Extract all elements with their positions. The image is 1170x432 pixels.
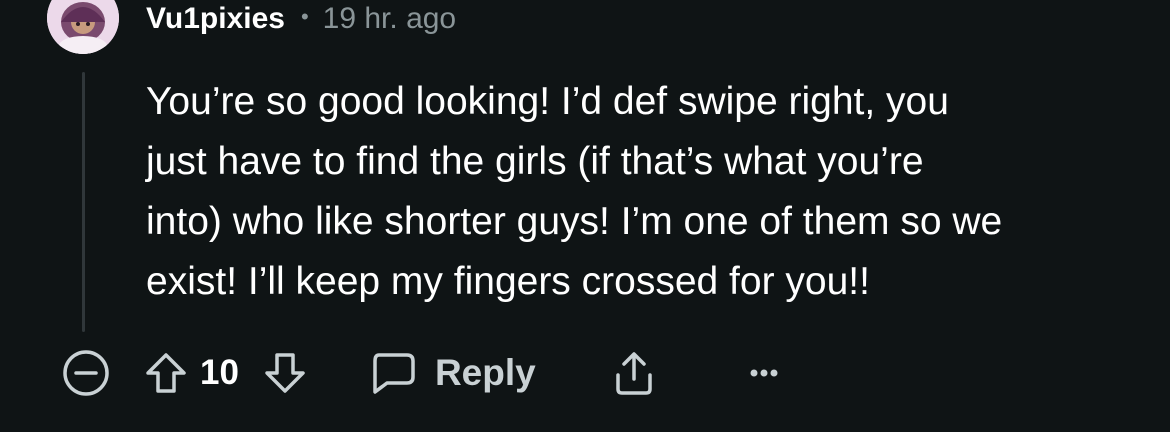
vote-count: 10 <box>200 353 239 392</box>
arrow-down-icon <box>265 353 305 393</box>
avatar-image <box>47 0 119 54</box>
ellipsis-icon <box>750 369 778 377</box>
share-icon <box>615 352 652 395</box>
comment-body-line: exist! I’ll keep my fingers crossed for … <box>146 260 870 303</box>
thread-line[interactable] <box>82 72 85 332</box>
comment-body-line: You’re so good looking! I’d def swipe ri… <box>146 80 949 123</box>
reply-label: Reply <box>434 352 536 393</box>
comment-body: You’re so good looking! I’d def swipe ri… <box>146 72 1136 312</box>
separator-dot: • <box>300 4 309 29</box>
comment-header: Vu1pixies • 19 hr. ago <box>146 0 456 38</box>
comment-body-line: just have to find the girls (if that’s w… <box>146 140 924 183</box>
minus-circle-icon <box>63 350 109 396</box>
user-avatar[interactable] <box>47 0 119 54</box>
downvote-button[interactable] <box>263 351 307 395</box>
timestamp: 19 hr. ago <box>322 2 457 35</box>
username[interactable]: Vu1pixies <box>146 2 285 36</box>
comment-actions: 10 Reply <box>60 345 786 401</box>
upvote-button[interactable] <box>144 351 188 395</box>
chat-bubble-icon <box>369 351 417 395</box>
more-options-button[interactable] <box>742 363 786 383</box>
share-button[interactable] <box>610 349 658 397</box>
comment-body-line: into) who like shorter guys! I’m one of … <box>146 200 1003 243</box>
arrow-up-icon <box>146 353 186 393</box>
reply-button[interactable]: Reply <box>369 351 536 395</box>
collapse-button[interactable] <box>60 347 112 399</box>
